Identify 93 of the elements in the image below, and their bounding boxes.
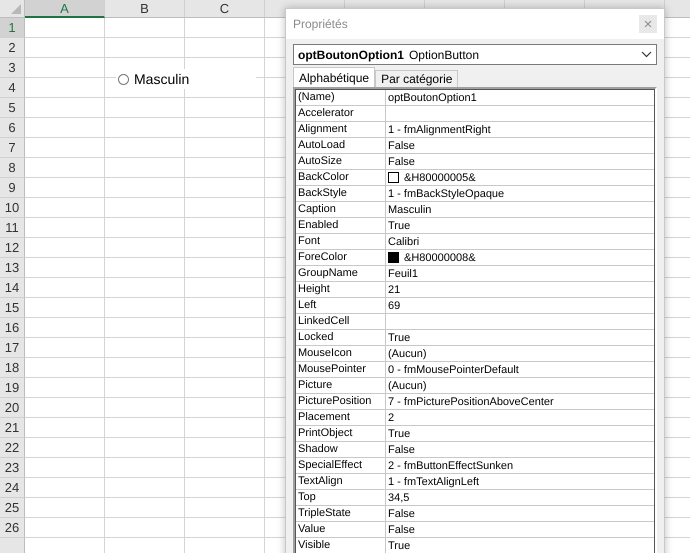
property-name[interactable]: Picture	[296, 378, 386, 393]
property-value[interactable]: 7 - fmPicturePositionAboveCenter	[388, 396, 554, 408]
property-value[interactable]: False	[388, 444, 415, 456]
property-value[interactable]: &H80000005&	[404, 172, 476, 184]
property-name[interactable]: Height	[296, 282, 386, 297]
property-value[interactable]: optBoutonOption1	[388, 92, 477, 104]
property-name[interactable]: Enabled	[296, 218, 386, 233]
row-header[interactable]: 8	[0, 158, 25, 178]
property-name[interactable]: BackStyle	[296, 186, 386, 201]
row-header-bar	[0, 538, 25, 553]
row-header[interactable]: 4	[0, 78, 25, 98]
property-value[interactable]: Calibri	[388, 236, 420, 248]
row-header[interactable]: 7	[0, 138, 25, 158]
row-header[interactable]: 25	[0, 498, 25, 518]
property-name[interactable]: SpecialEffect	[296, 458, 386, 473]
row-header[interactable]: 2	[0, 38, 25, 58]
row-header[interactable]: 16	[0, 318, 25, 338]
row-header[interactable]: 6	[0, 118, 25, 138]
property-value[interactable]: False	[388, 508, 415, 520]
property-name[interactable]: Left	[296, 298, 386, 313]
row-header[interactable]: 15	[0, 298, 25, 318]
property-name[interactable]: Placement	[296, 410, 386, 425]
object-selector[interactable]: optBoutonOption1 OptionButton	[293, 44, 657, 65]
property-value[interactable]: &H80000008&	[404, 252, 476, 264]
property-value[interactable]: Masculin	[388, 204, 432, 216]
row-header[interactable]: 14	[0, 278, 25, 298]
row-header[interactable]: 20	[0, 398, 25, 418]
row-header[interactable]: 1	[0, 18, 25, 38]
property-name[interactable]: AutoLoad	[296, 138, 386, 153]
property-name[interactable]: Caption	[296, 202, 386, 217]
property-value[interactable]: 1 - fmTextAlignLeft	[388, 476, 480, 488]
property-value[interactable]: 2 - fmButtonEffectSunken	[388, 460, 514, 472]
chevron-down-icon	[641, 51, 652, 58]
window-title: Propriétés	[293, 17, 348, 31]
row-header[interactable]: 23	[0, 458, 25, 478]
property-value[interactable]: (Aucun)	[388, 348, 427, 360]
row-header[interactable]: 10	[0, 198, 25, 218]
property-name[interactable]: (Name)	[296, 90, 386, 105]
row-header[interactable]: 5	[0, 98, 25, 118]
row-header[interactable]: 17	[0, 338, 25, 358]
row-header[interactable]: 24	[0, 478, 25, 498]
property-name[interactable]: AutoSize	[296, 154, 386, 169]
property-name[interactable]: Locked	[296, 330, 386, 345]
row-header[interactable]: 12	[0, 238, 25, 258]
property-value[interactable]: True	[388, 540, 410, 552]
property-value[interactable]: 34,5	[388, 492, 410, 504]
property-value[interactable]: 0 - fmMousePointerDefault	[388, 364, 519, 376]
column-header[interactable]: A	[25, 0, 105, 18]
property-value[interactable]: True	[388, 220, 410, 232]
property-value[interactable]: 21	[388, 284, 400, 296]
property-value[interactable]: True	[388, 428, 410, 440]
property-value[interactable]: Feuil1	[388, 268, 418, 280]
column-header[interactable]: B	[105, 0, 185, 18]
property-name[interactable]: Font	[296, 234, 386, 249]
property-name[interactable]: BackColor	[296, 170, 386, 185]
tab[interactable]: Par catégorie	[375, 70, 458, 87]
property-value[interactable]: False	[388, 524, 415, 536]
property-name[interactable]: PicturePosition	[296, 394, 386, 409]
radio-button[interactable]	[118, 74, 129, 84]
property-name[interactable]: LinkedCell	[296, 314, 386, 329]
row-header[interactable]: 21	[0, 418, 25, 438]
property-name[interactable]: Value	[296, 522, 386, 537]
row-header[interactable]: 11	[0, 218, 25, 238]
property-value[interactable]: (Aucun)	[388, 380, 427, 392]
row-header[interactable]: 26	[0, 518, 25, 538]
row-header[interactable]: 13	[0, 258, 25, 278]
property-value[interactable]: 69	[388, 300, 400, 312]
property-name[interactable]: MousePointer	[296, 362, 386, 377]
property-name[interactable]: Visible	[296, 538, 386, 553]
property-value[interactable]: 1 - fmAlignmentRight	[388, 124, 491, 136]
row-header[interactable]: 18	[0, 358, 25, 378]
row-header[interactable]: 9	[0, 178, 25, 198]
property-value[interactable]: 1 - fmBackStyleOpaque	[388, 188, 504, 200]
property-name[interactable]: MouseIcon	[296, 346, 386, 361]
row-header[interactable]: 3	[0, 58, 25, 78]
radio-label[interactable]: Masculin	[134, 71, 190, 87]
tab[interactable]: Alphabétique	[293, 67, 376, 87]
row-header[interactable]: 19	[0, 378, 25, 398]
property-name[interactable]: Alignment	[296, 122, 386, 137]
property-value[interactable]: False	[388, 140, 415, 152]
property-name[interactable]: ForeColor	[296, 250, 386, 265]
property-name[interactable]: Accelerator	[296, 106, 386, 121]
property-value[interactable]: True	[388, 332, 410, 344]
property-value[interactable]: 2	[388, 412, 394, 424]
property-name[interactable]: Top	[296, 490, 386, 505]
property-name[interactable]: TextAlign	[296, 474, 386, 489]
row-header[interactable]: 22	[0, 438, 25, 458]
property-value[interactable]: False	[388, 156, 415, 168]
property-name[interactable]: PrintObject	[296, 426, 386, 441]
column-header[interactable]: C	[185, 0, 265, 18]
property-name[interactable]: Shadow	[296, 442, 386, 457]
property-name[interactable]: TripleState	[296, 506, 386, 521]
property-name[interactable]: GroupName	[296, 266, 386, 281]
